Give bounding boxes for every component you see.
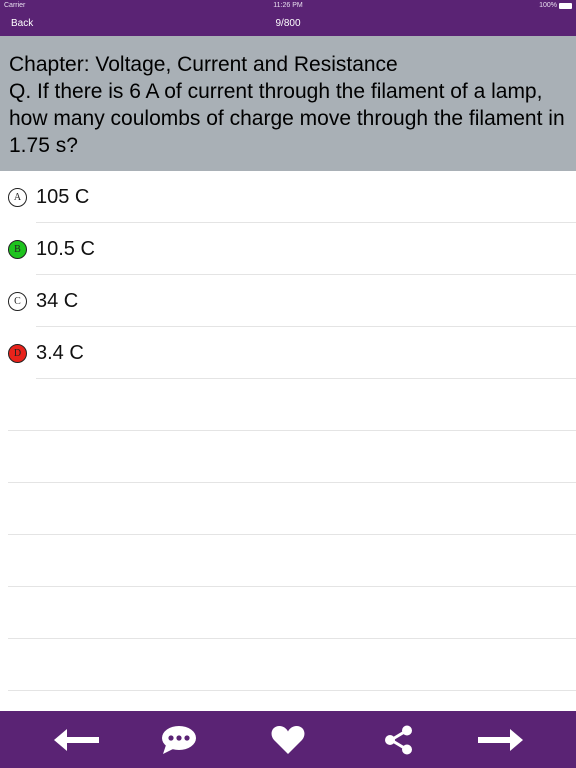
battery-indicator: 100%	[539, 2, 572, 9]
empty-row	[0, 483, 576, 535]
share-button[interactable]	[380, 711, 416, 768]
option-a-text: 105 C	[36, 185, 90, 208]
arrow-right-icon	[478, 728, 523, 751]
empty-list-area	[0, 379, 576, 691]
favorite-button[interactable]	[268, 711, 308, 768]
answer-option-b[interactable]: B 10.5 C	[0, 223, 576, 275]
answer-list: A 105 C B 10.5 C C 34 C D 3.4 C	[0, 171, 576, 379]
comments-button[interactable]	[158, 711, 200, 768]
chapter-title: Chapter: Voltage, Current and Resistance	[9, 53, 398, 76]
question-counter: 9/800	[275, 18, 301, 29]
option-b-badge: B	[8, 239, 27, 259]
battery-icon	[559, 2, 572, 9]
empty-row	[0, 587, 576, 639]
bottom-toolbar	[0, 711, 576, 768]
question-text: Q. If there is 6 A of current through th…	[9, 80, 565, 157]
answer-option-a[interactable]: A 105 C	[0, 171, 576, 223]
arrow-left-icon	[54, 728, 99, 751]
chat-bubble-icon	[162, 725, 196, 754]
answer-option-c[interactable]: C 34 C	[0, 275, 576, 327]
option-d-badge: D	[8, 343, 27, 363]
option-a-badge: A	[8, 187, 27, 207]
empty-row	[0, 431, 576, 483]
share-icon	[385, 725, 412, 754]
empty-row	[0, 639, 576, 691]
option-b-text: 10.5 C	[36, 237, 95, 260]
next-button[interactable]	[474, 711, 526, 768]
battery-percent: 100%	[539, 2, 557, 9]
option-d-text: 3.4 C	[36, 341, 84, 364]
previous-button[interactable]	[50, 711, 104, 768]
option-c-badge: C	[8, 291, 27, 311]
navigation-bar: Back 9/800	[0, 12, 576, 36]
empty-row	[0, 379, 576, 431]
option-c-text: 34 C	[36, 289, 79, 312]
answer-option-d[interactable]: D 3.4 C	[0, 327, 576, 379]
status-bar: Carrier 11:26 PM 100%	[0, 0, 576, 12]
status-time: 11:26 PM	[273, 2, 303, 9]
question-panel: Chapter: Voltage, Current and Resistance…	[0, 36, 576, 171]
heart-icon	[271, 725, 305, 754]
empty-row	[0, 535, 576, 587]
